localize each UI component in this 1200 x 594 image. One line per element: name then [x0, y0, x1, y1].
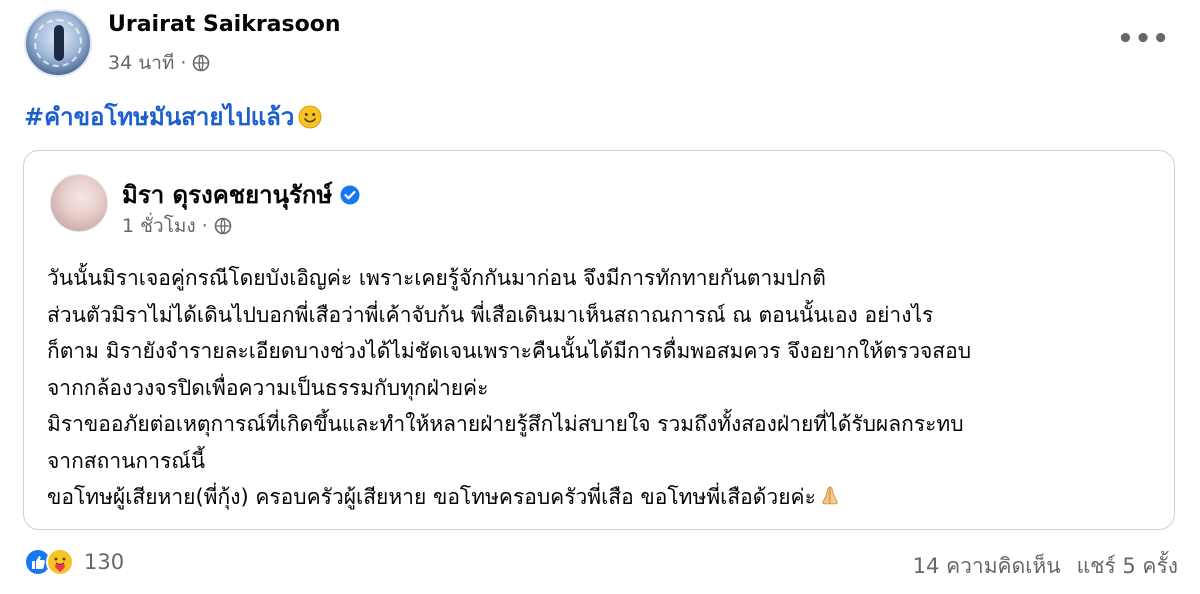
care-icon	[46, 548, 74, 576]
body-line-last: ขอโทษผู้เสียหาย(พี่กุ้ง) ครอบครัวผู้เสีย…	[47, 479, 1157, 516]
body-line: วันนั้นมิราเจอคู่กรณีโดยบังเอิญค่ะ เพราะ…	[47, 266, 826, 290]
body-line-text: ขอโทษผู้เสียหาย(พี่กุ้ง) ครอบครัวผู้เสีย…	[47, 485, 816, 509]
meta-separator: ·	[180, 52, 187, 74]
shared-post-time[interactable]: 1 ชั่วโมง	[122, 211, 196, 241]
praying-hands-icon	[822, 486, 838, 505]
shared-author-avatar[interactable]	[50, 174, 108, 232]
shares-count[interactable]: แชร์ 5 ครั้ง	[1077, 550, 1178, 583]
shared-author-name[interactable]: มิรา ดุรงคชยานุรักษ์	[122, 175, 332, 214]
author-name[interactable]: Urairat Saikrasoon	[108, 12, 341, 37]
body-line: จากสถานการณ์นี้	[47, 448, 206, 473]
globe-icon[interactable]	[192, 54, 210, 72]
verified-badge-icon	[340, 185, 360, 204]
comments-count[interactable]: 14 ความคิดเห็น	[913, 550, 1061, 583]
hashtag-link[interactable]: #คำขอโทษมันสายไปแล้ว	[24, 97, 294, 136]
body-line: ส่วนตัวมิราไม่ได้เดินไปบอกพี่เสือว่าพี่เ…	[47, 302, 934, 327]
avatar-figure	[54, 25, 64, 61]
more-options-icon[interactable]: •••	[1117, 24, 1170, 54]
reaction-count[interactable]: 130	[84, 550, 124, 574]
post-time[interactable]: 34 นาที	[108, 48, 174, 78]
slightly-smiling-face-icon	[298, 105, 322, 128]
shared-post-body: วันนั้นมิราเจอคู่กรณีโดยบังเอิญค่ะ เพราะ…	[47, 260, 1157, 516]
body-line: มิราขออภัยต่อเหตุการณ์ที่เกิดขึ้นและทำให…	[47, 412, 964, 436]
post-meta: 34 นาที ·	[108, 48, 210, 78]
post-hashtag-line: #คำขอโทษมันสายไปแล้ว	[24, 97, 322, 136]
globe-icon[interactable]	[214, 217, 232, 235]
meta-separator: ·	[201, 215, 208, 237]
reactions-summary[interactable]: 130	[24, 548, 124, 576]
shared-post-card[interactable]: มิรา ดุรงคชยานุรักษ์ 1 ชั่วโมง · วันนั้น…	[23, 150, 1175, 530]
body-line: ก็ตาม มิรายังจำรายละเอียดบางช่วงได้ไม่ชั…	[47, 339, 972, 363]
shared-author-row: มิรา ดุรงคชยานุรักษ์	[122, 175, 360, 214]
author-avatar[interactable]	[24, 9, 92, 77]
shared-post-meta: 1 ชั่วโมง ·	[122, 211, 232, 241]
body-line: จากกล้องวงจรปิดเพื่อความเป็นธรรมกับทุกฝ่…	[47, 375, 489, 400]
post-stats: 14 ความคิดเห็น แชร์ 5 ครั้ง	[913, 550, 1178, 583]
